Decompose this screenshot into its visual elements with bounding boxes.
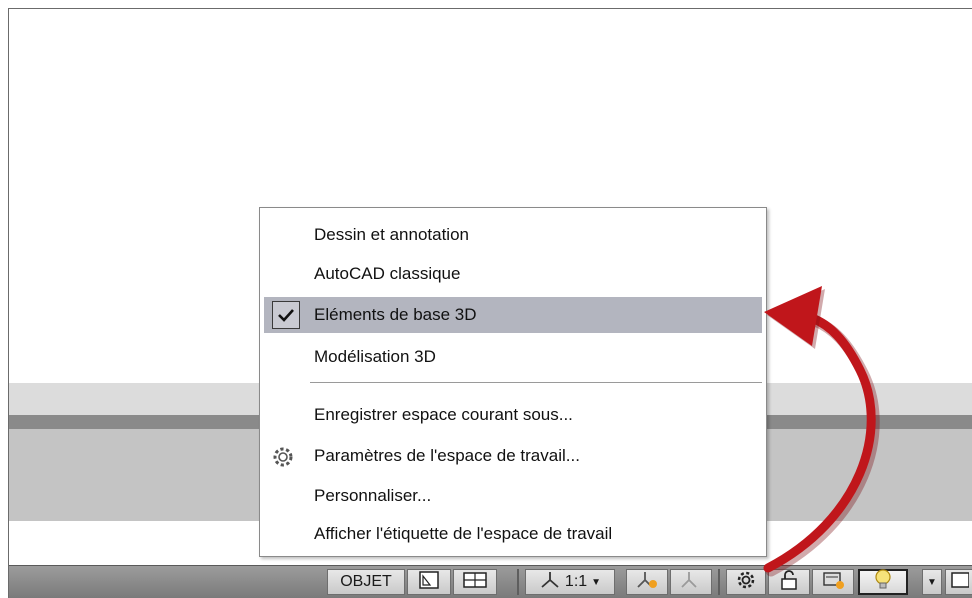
hardware-acceleration-button[interactable] — [812, 569, 854, 595]
clean-screen-icon — [949, 570, 970, 595]
menu-item-modelisation-3d[interactable]: Modélisation 3D — [260, 339, 766, 375]
object-space-button[interactable]: OBJET — [327, 569, 405, 595]
menu-item-enregistrer-espace[interactable]: Enregistrer espace courant sous... — [260, 397, 766, 433]
quick-view-layouts-button[interactable] — [407, 569, 451, 595]
statusbar-separator — [517, 569, 519, 595]
menu-item-dessin-annotation[interactable]: Dessin et annotation — [260, 217, 766, 253]
menu-item-label: Dessin et annotation — [314, 225, 469, 244]
annotation-visibility-icon — [635, 570, 659, 595]
statusbar-separator — [718, 569, 720, 595]
lightbulb-icon — [872, 568, 894, 597]
menu-item-label: Eléments de base 3D — [314, 305, 477, 324]
menu-item-afficher-etiquette[interactable]: Afficher l'étiquette de l'espace de trav… — [260, 516, 766, 552]
annotation-visibility-button[interactable] — [626, 569, 668, 595]
workspace-menu: Dessin et annotation AutoCAD classique E… — [259, 207, 767, 557]
object-space-label: OBJET — [340, 573, 392, 590]
auto-scale-button[interactable] — [670, 569, 712, 595]
menu-item-parametres-espace[interactable]: Paramètres de l'espace de travail... — [260, 438, 766, 474]
menu-item-label: Personnaliser... — [314, 486, 432, 505]
statusbar-menu-button[interactable]: ▼ — [922, 569, 942, 595]
workspace-switching-button[interactable] — [726, 569, 766, 595]
menu-item-elements-base-3d[interactable]: Eléments de base 3D — [264, 297, 762, 333]
menu-item-personnaliser[interactable]: Personnaliser... — [260, 478, 766, 514]
layout-icon — [418, 570, 440, 595]
annotation-scale-label: 1:1 — [564, 573, 588, 590]
menu-item-label: Paramètres de l'espace de travail... — [314, 446, 580, 465]
menu-item-label: AutoCAD classique — [314, 264, 461, 283]
drawings-icon — [462, 570, 488, 595]
dropdown-arrow-icon: ▼ — [927, 576, 937, 588]
gear-icon — [734, 568, 758, 597]
annotation-scale-icon — [539, 570, 561, 595]
hardware-icon — [821, 569, 845, 596]
gear-icon — [270, 444, 296, 475]
menu-separator — [310, 382, 762, 383]
auto-scale-icon — [679, 570, 703, 595]
menu-item-label: Afficher l'étiquette de l'espace de trav… — [314, 524, 613, 543]
toolbar-lock-button[interactable] — [768, 569, 810, 595]
annotation-scale-button[interactable]: 1:1 ▼ — [525, 569, 615, 595]
menu-item-label: Modélisation 3D — [314, 347, 436, 366]
menu-item-autocad-classique[interactable]: AutoCAD classique — [260, 256, 766, 292]
isolate-objects-button[interactable] — [858, 568, 908, 597]
quick-view-drawings-button[interactable] — [453, 569, 497, 595]
clean-screen-button[interactable] — [945, 569, 972, 595]
menu-item-label: Enregistrer espace courant sous... — [314, 405, 573, 424]
checkmark-icon — [272, 301, 300, 329]
unlock-icon — [778, 569, 800, 596]
dropdown-arrow-icon: ▼ — [591, 576, 602, 588]
